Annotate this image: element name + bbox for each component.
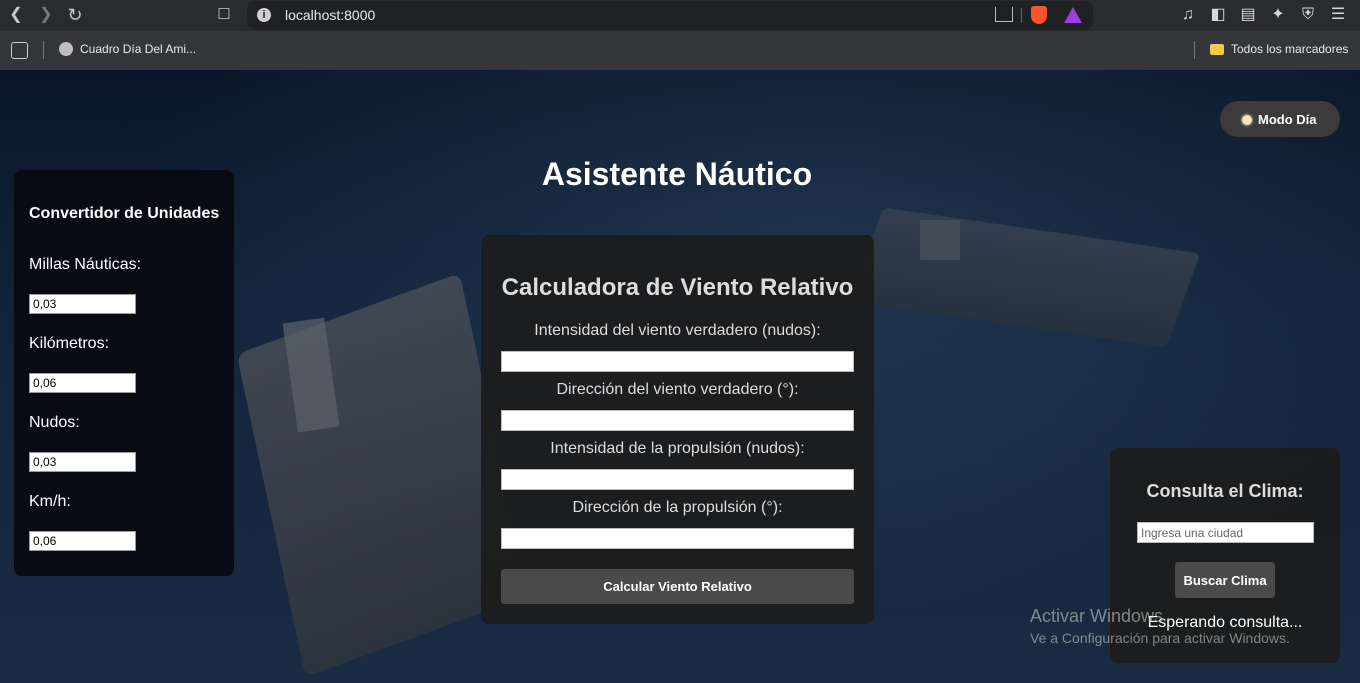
media-icon[interactable]: ♫ (1178, 5, 1198, 25)
apps-grid-icon[interactable] (11, 42, 28, 59)
relative-wind-calculator: Calculadora de Viento Relativo Intensida… (481, 235, 874, 624)
bookmark-item[interactable]: Cuadro Día Del Ami... (80, 42, 196, 56)
watermark-subtitle: Ve a Configuración para activar Windows. (1030, 630, 1290, 646)
search-weather-button[interactable]: Buscar Clima (1175, 562, 1275, 598)
propulsion-speed-input[interactable] (501, 469, 854, 490)
leo-ai-icon[interactable]: ✦ (1268, 5, 1288, 25)
sun-icon (1242, 115, 1252, 125)
background-ship-island (920, 220, 960, 260)
true-wind-speed-input[interactable] (501, 351, 854, 372)
kilometers-label: Kilómetros: (29, 335, 110, 352)
day-mode-label: Modo Día (1258, 112, 1317, 127)
folder-icon (1210, 44, 1224, 55)
browser-chrome: ❮ ❯ ↻ ☐ i localhost:8000 ♫ ◧ ▤ ✦ ⛨ ☰ Cua… (0, 0, 1360, 70)
kmh-input[interactable] (29, 531, 136, 551)
reload-icon[interactable]: ↻ (64, 4, 86, 26)
forward-icon[interactable]: ❯ (35, 4, 57, 26)
brave-shields-icon[interactable] (1031, 6, 1047, 24)
knots-label: Nudos: (29, 414, 80, 431)
wallet-icon[interactable]: ▤ (1238, 5, 1258, 25)
bookmark-icon[interactable]: ☐ (213, 4, 235, 26)
toolbar: ❮ ❯ ↻ ☐ i localhost:8000 ♫ ◧ ▤ ✦ ⛨ ☰ (0, 0, 1360, 31)
address-divider (1021, 8, 1022, 23)
calculator-title: Calculadora de Viento Relativo (501, 274, 854, 301)
weather-title: Consulta el Clima: (1146, 481, 1304, 501)
unit-converter-panel: Convertidor de Unidades Millas Náuticas:… (14, 170, 234, 576)
true-wind-direction-label: Dirección del viento verdadero (°): (556, 381, 799, 398)
site-info-icon[interactable]: i (257, 8, 271, 22)
sidebar-icon[interactable]: ◧ (1208, 5, 1228, 25)
calculate-button[interactable]: Calcular Viento Relativo (501, 569, 854, 604)
nautical-miles-input[interactable] (29, 294, 136, 314)
url-text[interactable]: localhost:8000 (285, 7, 375, 23)
propulsion-direction-input[interactable] (501, 528, 854, 549)
kmh-label: Km/h: (29, 493, 71, 510)
address-bar[interactable]: i localhost:8000 (247, 1, 1093, 30)
page-title: Asistente Náutico (541, 156, 813, 192)
propulsion-speed-label: Intensidad de la propulsión (nudos): (550, 440, 805, 457)
bookmarks-bar: Cuadro Día Del Ami... Todos los marcador… (0, 38, 1360, 62)
true-wind-direction-input[interactable] (501, 410, 854, 431)
back-icon[interactable]: ❮ (5, 4, 27, 26)
windows-activation-watermark: Activar Windows Ve a Configuración para … (1030, 606, 1290, 646)
globe-icon (59, 42, 73, 56)
bookmarks-divider (1194, 41, 1195, 59)
propulsion-direction-label: Dirección de la propulsión (°): (572, 499, 783, 516)
menu-icon[interactable]: ☰ (1328, 5, 1348, 25)
page-viewport: Modo Día Asistente Náutico Convertidor d… (0, 70, 1360, 683)
converter-title: Convertidor de Unidades (29, 205, 220, 222)
knots-input[interactable] (29, 452, 136, 472)
city-input[interactable] (1137, 522, 1314, 543)
vpn-icon[interactable]: ⛨ (1298, 5, 1318, 25)
nautical-miles-label: Millas Náuticas: (29, 256, 142, 273)
bookmarks-divider (43, 41, 44, 59)
day-mode-button[interactable]: Modo Día (1220, 101, 1340, 137)
share-icon[interactable] (995, 7, 1013, 22)
all-bookmarks-link[interactable]: Todos los marcadores (1231, 42, 1348, 56)
kilometers-input[interactable] (29, 373, 136, 393)
watermark-title: Activar Windows (1030, 606, 1164, 626)
brave-rewards-icon[interactable] (1064, 7, 1082, 23)
true-wind-speed-label: Intensidad del viento verdadero (nudos): (534, 322, 821, 339)
